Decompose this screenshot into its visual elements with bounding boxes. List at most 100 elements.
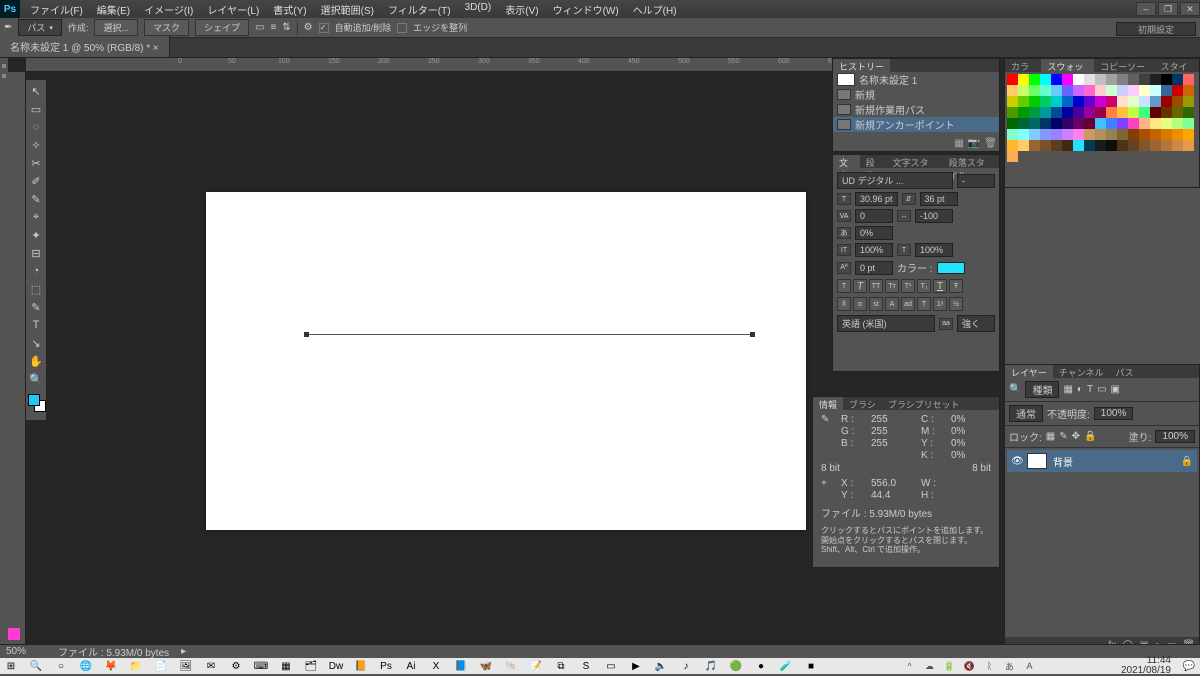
layer-row[interactable]: 👁 背景 🔒 xyxy=(1007,450,1197,472)
taskbar-app[interactable]: 🔍 xyxy=(29,659,43,673)
minimize-button[interactable]: – xyxy=(1136,2,1156,16)
menu-item[interactable]: レイヤー(L) xyxy=(201,0,265,19)
swatch-color[interactable] xyxy=(1073,129,1084,140)
tool-button[interactable]: ⬚ xyxy=(27,280,45,298)
make-mask-button[interactable]: マスク xyxy=(144,19,189,36)
underline-button[interactable]: T xyxy=(933,279,947,293)
filter-adjust-icon[interactable]: ◐ xyxy=(1077,384,1083,395)
tray-icon[interactable]: あ xyxy=(1002,659,1016,673)
swatch-color[interactable] xyxy=(1007,85,1018,96)
panel-tab[interactable]: 段落スタイル xyxy=(943,155,999,168)
lock-all-icon[interactable]: 🔒 xyxy=(1084,431,1096,442)
swatch-color[interactable] xyxy=(1073,85,1084,96)
layer-name[interactable]: 背景 xyxy=(1053,454,1073,469)
path-mode-select[interactable]: パス xyxy=(18,19,62,36)
zoom-input[interactable]: 50% xyxy=(6,646,46,657)
lock-position-icon[interactable]: ✥ xyxy=(1072,431,1080,442)
filter-shape-icon[interactable]: ▭ xyxy=(1097,384,1106,395)
swatch-color[interactable] xyxy=(1150,74,1161,85)
taskbar-app[interactable]: 🟢 xyxy=(729,659,743,673)
path-op-icon[interactable]: ▭ xyxy=(255,22,264,33)
swatch-color[interactable] xyxy=(1150,107,1161,118)
kerning-input[interactable]: 0 xyxy=(855,209,893,223)
anchor-point[interactable] xyxy=(304,332,309,337)
swatch-color[interactable] xyxy=(1117,129,1128,140)
swatch-color[interactable] xyxy=(1128,107,1139,118)
path-segment[interactable] xyxy=(306,334,752,335)
menu-item[interactable]: フィルター(T) xyxy=(382,0,457,19)
panel-tab[interactable]: レイヤー xyxy=(1005,365,1053,378)
filter-smart-icon[interactable]: ▣ xyxy=(1111,384,1120,395)
layer-thumbnail[interactable] xyxy=(1027,453,1047,469)
tool-button[interactable]: ▭ xyxy=(27,100,45,118)
panel-tab[interactable]: スタイル xyxy=(1154,59,1199,72)
align-icon[interactable]: ≡ xyxy=(270,22,276,33)
tsume-input[interactable]: 0% xyxy=(855,226,893,240)
menu-item[interactable]: 3D(D) xyxy=(459,0,498,19)
taskbar-app[interactable]: Dw xyxy=(329,659,343,673)
swatch-color[interactable] xyxy=(1084,140,1095,151)
swatch-color[interactable] xyxy=(1161,129,1172,140)
opentype-A[interactable]: A xyxy=(885,297,899,311)
taskbar-app[interactable]: 🧪 xyxy=(779,659,793,673)
swatch-color[interactable] xyxy=(1084,107,1095,118)
tool-button[interactable]: ✎ xyxy=(27,190,45,208)
taskbar-app[interactable]: 📄 xyxy=(154,659,168,673)
filter-pixel-icon[interactable]: ▦ xyxy=(1063,384,1072,395)
swatch-color[interactable] xyxy=(1062,129,1073,140)
swatch-color[interactable] xyxy=(1062,74,1073,85)
swatch-color[interactable] xyxy=(1095,107,1106,118)
swatch-color[interactable] xyxy=(1073,140,1084,151)
swatch-color[interactable] xyxy=(1007,107,1018,118)
panel-tab[interactable]: 文字 xyxy=(833,155,860,168)
swatch-color[interactable] xyxy=(1018,129,1029,140)
taskbar-app[interactable]: 🗂 xyxy=(304,659,318,673)
panel-tab[interactable]: 情報 xyxy=(813,397,843,410)
swatch-color[interactable] xyxy=(1051,107,1062,118)
taskbar-app[interactable]: ● xyxy=(754,659,768,673)
swatch-color[interactable] xyxy=(1172,140,1183,151)
taskbar-app[interactable]: 🖼 xyxy=(179,659,193,673)
swatch-color[interactable] xyxy=(1029,118,1040,129)
taskbar-app[interactable]: ⊞ xyxy=(4,659,18,673)
opentype-frac[interactable]: ½ xyxy=(949,297,963,311)
tool-button[interactable]: ✦ xyxy=(27,226,45,244)
swatch-color[interactable] xyxy=(1040,74,1051,85)
swatch-color[interactable] xyxy=(1062,85,1073,96)
swatch-color[interactable] xyxy=(1018,118,1029,129)
lock-transparency-icon[interactable]: ▦ xyxy=(1046,431,1055,442)
workspace-select[interactable]: 初期設定 xyxy=(1116,22,1196,36)
visibility-icon[interactable]: 👁 xyxy=(1011,456,1021,467)
tray-icon[interactable]: ^ xyxy=(902,659,916,673)
tool-button[interactable]: ↘ xyxy=(27,334,45,352)
tool-button[interactable]: ↖ xyxy=(27,82,45,100)
create-document-icon[interactable]: ▦ xyxy=(954,138,963,149)
antialiasing-select[interactable]: 強く xyxy=(957,315,995,332)
taskbar-app[interactable]: X xyxy=(429,659,443,673)
swatch-color[interactable] xyxy=(1117,74,1128,85)
notification-icon[interactable]: 💬 xyxy=(1182,659,1196,673)
bold-button[interactable]: T xyxy=(837,279,851,293)
swatch-color[interactable] xyxy=(1139,129,1150,140)
swatch-color[interactable] xyxy=(1040,129,1051,140)
italic-button[interactable]: T xyxy=(853,279,867,293)
swatch-color[interactable] xyxy=(1172,107,1183,118)
swatch-color[interactable] xyxy=(1183,85,1194,96)
superscript-button[interactable]: T¹ xyxy=(901,279,915,293)
swatch-color[interactable] xyxy=(1128,140,1139,151)
swatch-color[interactable] xyxy=(1139,85,1150,96)
tool-button[interactable]: ✂ xyxy=(27,154,45,172)
swatch-color[interactable] xyxy=(1172,96,1183,107)
leading-input[interactable]: 36 pt xyxy=(920,192,958,206)
opentype-fi[interactable]: fi xyxy=(837,297,851,311)
subscript-button[interactable]: T₁ xyxy=(917,279,931,293)
swatch-color[interactable] xyxy=(1161,140,1172,151)
tool-button[interactable]: ⊟ xyxy=(27,244,45,262)
taskbar-app[interactable]: 🐚 xyxy=(504,659,518,673)
tray-icon[interactable]: 🔋 xyxy=(942,659,956,673)
tray-icon[interactable]: 🔇 xyxy=(962,659,976,673)
swatch-color[interactable] xyxy=(1117,118,1128,129)
font-family-select[interactable]: UD デジタル ... xyxy=(837,172,953,189)
swatch-color[interactable] xyxy=(1062,140,1073,151)
swatch-color[interactable] xyxy=(1029,96,1040,107)
